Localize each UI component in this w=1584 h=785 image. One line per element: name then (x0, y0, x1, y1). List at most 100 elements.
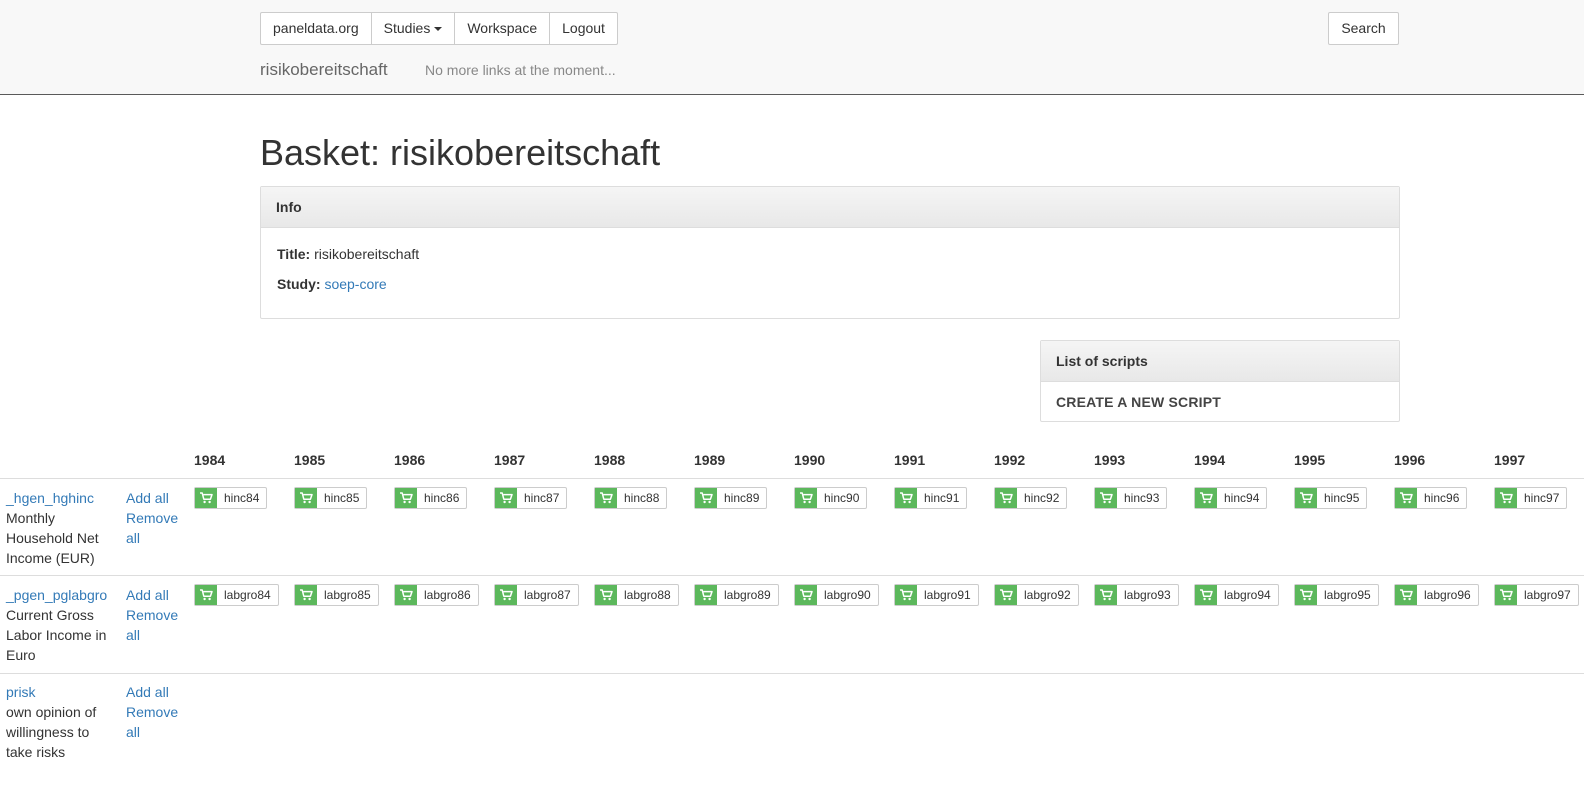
variable-chip-label: labgro94 (1224, 588, 1271, 602)
variable-description: own opinion of willingness to take risks (6, 704, 97, 760)
cart-icon[interactable] (1495, 585, 1517, 605)
variable-chip-label: labgro87 (524, 588, 571, 602)
cart-icon[interactable] (495, 488, 517, 508)
cart-icon[interactable] (995, 585, 1017, 605)
cart-icon[interactable] (895, 488, 917, 508)
cart-icon[interactable] (195, 585, 217, 605)
variable-chip[interactable]: hinc91 (894, 487, 968, 509)
remove-all-link[interactable]: Remove all (126, 704, 178, 740)
cart-icon[interactable] (295, 488, 317, 508)
cart-icon[interactable] (1195, 488, 1217, 508)
year-header-1993: 1993 (1094, 452, 1126, 468)
cart-icon[interactable] (695, 488, 717, 508)
variable-chip-label: labgro95 (1324, 588, 1371, 602)
year-header-1987: 1987 (494, 452, 526, 468)
cart-icon[interactable] (195, 488, 217, 508)
cart-icon[interactable] (495, 585, 517, 605)
cart-icon[interactable] (695, 585, 717, 605)
brand-link[interactable]: risikobereitschaft (260, 60, 388, 80)
nav-logout-link[interactable]: Logout (550, 13, 617, 44)
variable-chip[interactable]: hinc97 (1494, 487, 1568, 509)
nav-workspace-link[interactable]: Workspace (455, 13, 551, 44)
variable-chip[interactable]: hinc93 (1094, 487, 1168, 509)
variable-chip[interactable]: hinc92 (994, 487, 1068, 509)
variable-cell: _pgen_pglabgro Current Gross Labor Income… (6, 585, 118, 665)
variable-chip[interactable]: hinc89 (694, 487, 768, 509)
cart-icon[interactable] (295, 585, 317, 605)
variable-chip[interactable]: hinc84 (194, 487, 268, 509)
variable-chip[interactable]: labgro96 (1394, 584, 1479, 606)
variable-chip[interactable]: labgro86 (394, 584, 479, 606)
variable-chip[interactable]: hinc94 (1194, 487, 1268, 509)
variable-description: Monthly Household Net Income (EUR) (6, 510, 99, 566)
variable-chip[interactable]: labgro93 (1094, 584, 1179, 606)
variable-chip-label: hinc86 (424, 491, 460, 505)
nav-site-link[interactable]: paneldata.org (261, 13, 372, 44)
add-all-link[interactable]: Add all (126, 490, 169, 506)
cart-icon[interactable] (1295, 488, 1317, 508)
variable-chip[interactable]: labgro84 (194, 584, 279, 606)
variable-chip-label: hinc91 (924, 491, 960, 505)
variable-chip-label: labgro97 (1524, 588, 1571, 602)
add-all-link[interactable]: Add all (126, 587, 169, 603)
variable-chip[interactable]: hinc87 (494, 487, 568, 509)
cart-icon[interactable] (595, 585, 617, 605)
variable-chip[interactable]: labgro90 (794, 584, 879, 606)
variable-chip[interactable]: labgro92 (994, 584, 1079, 606)
variable-cell: prisk own opinion of willingness to take … (6, 682, 118, 762)
year-header-1989: 1989 (694, 452, 726, 468)
variable-chip[interactable]: hinc96 (1394, 487, 1468, 509)
year-header-1984: 1984 (194, 452, 226, 468)
variable-name-link[interactable]: _hgen_hghinc (6, 490, 94, 506)
year-header-1988: 1988 (594, 452, 626, 468)
variable-chip[interactable]: labgro91 (894, 584, 979, 606)
cart-icon[interactable] (1095, 488, 1117, 508)
variable-chip[interactable]: labgro88 (594, 584, 679, 606)
cart-icon[interactable] (995, 488, 1017, 508)
cart-icon[interactable] (595, 488, 617, 508)
variable-name-link[interactable]: _pgen_pglabgro (6, 587, 107, 603)
cart-icon[interactable] (795, 585, 817, 605)
add-all-link[interactable]: Add all (126, 684, 169, 700)
nav-studies-dropdown[interactable]: Studies (372, 13, 456, 44)
variable-chip-label: labgro92 (1024, 588, 1071, 602)
variable-chip[interactable]: labgro95 (1294, 584, 1379, 606)
variable-chip[interactable]: labgro97 (1494, 584, 1579, 606)
variable-chip-label: hinc96 (1424, 491, 1460, 505)
variable-chip[interactable]: hinc90 (794, 487, 868, 509)
variable-chip[interactable]: labgro89 (694, 584, 779, 606)
cart-icon[interactable] (1495, 488, 1517, 508)
create-script-link[interactable]: CREATE A NEW SCRIPT (1056, 394, 1221, 410)
variable-chip[interactable]: hinc85 (294, 487, 368, 509)
variable-chip[interactable]: hinc86 (394, 487, 468, 509)
info-study-link[interactable]: soep-core (324, 276, 386, 292)
scripts-panel-body: CREATE A NEW SCRIPT (1041, 382, 1399, 422)
nav-note-text: No more links at the moment... (425, 62, 616, 78)
cart-icon[interactable] (1295, 585, 1317, 605)
variable-chip-label: labgro93 (1124, 588, 1171, 602)
cart-icon[interactable] (1395, 488, 1417, 508)
variable-chip[interactable]: hinc95 (1294, 487, 1368, 509)
variable-chip[interactable]: labgro94 (1194, 584, 1279, 606)
cart-icon[interactable] (895, 585, 917, 605)
table-header-divider (0, 478, 1584, 479)
variable-chip[interactable]: hinc88 (594, 487, 668, 509)
cart-icon[interactable] (795, 488, 817, 508)
cart-icon[interactable] (1095, 585, 1117, 605)
variable-name-link[interactable]: prisk (6, 684, 36, 700)
cart-icon[interactable] (1395, 585, 1417, 605)
info-study-line: Study: soep-core (277, 274, 1383, 304)
variable-chip-label: labgro89 (724, 588, 771, 602)
remove-all-link[interactable]: Remove all (126, 607, 178, 643)
variable-chip[interactable]: labgro87 (494, 584, 579, 606)
cart-icon[interactable] (395, 488, 417, 508)
variable-chip[interactable]: labgro85 (294, 584, 379, 606)
cart-icon[interactable] (395, 585, 417, 605)
search-button[interactable]: Search (1328, 12, 1399, 45)
variable-chip-label: hinc93 (1124, 491, 1160, 505)
cart-icon[interactable] (1195, 585, 1217, 605)
table-row-divider (0, 673, 1584, 674)
info-title-label: Title: (277, 246, 311, 262)
remove-all-link[interactable]: Remove all (126, 510, 178, 546)
variable-actions: Add all Remove all (126, 585, 188, 645)
